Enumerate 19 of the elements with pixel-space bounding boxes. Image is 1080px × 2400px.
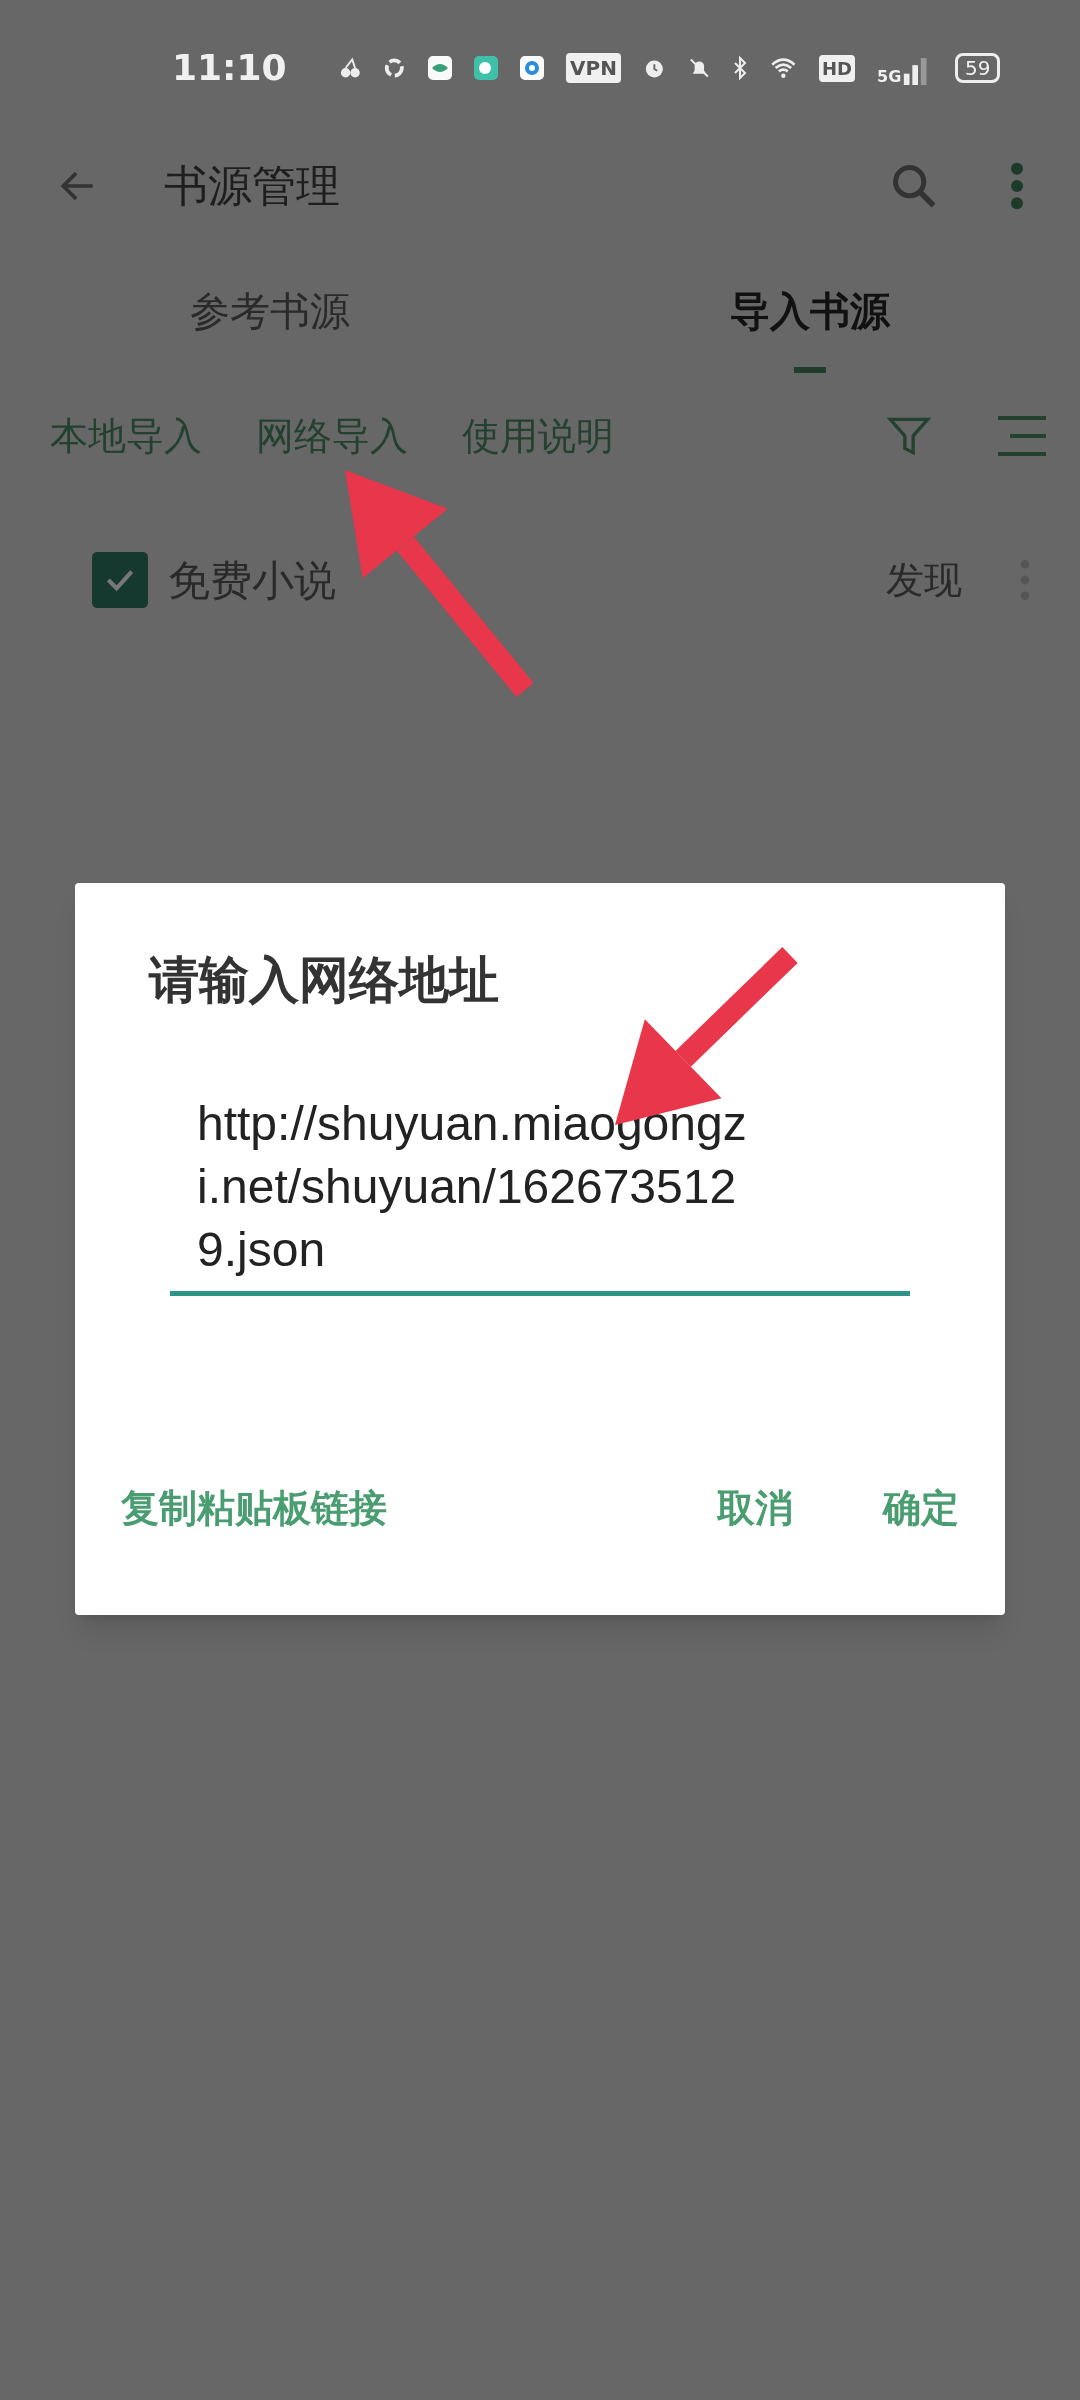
status-time: 11:10 (172, 46, 287, 90)
hd-badge: HD (819, 54, 856, 82)
tab[interactable]: 导入书源 (540, 244, 1080, 390)
discover-button[interactable]: 发现 (886, 551, 962, 609)
tab[interactable]: 参考书源 (0, 244, 540, 390)
dialog-title: 请输入网络地址 (149, 950, 500, 1011)
vpn-badge: VPN (566, 53, 621, 83)
more-options-icon[interactable] (1010, 162, 1024, 210)
checkbox[interactable] (92, 552, 148, 608)
import-action-link[interactable]: 使用说明 (462, 407, 614, 465)
toolbar-title: 书源管理 (164, 159, 341, 213)
import-action-link[interactable]: 本地导入 (50, 407, 202, 465)
dialog-button[interactable]: 取消 (707, 1472, 803, 1545)
import-action-link[interactable]: 网络导入 (256, 407, 408, 465)
dialog-button[interactable]: 确定 (873, 1472, 969, 1545)
battery-indicator: 59 (955, 53, 1000, 83)
source-name: 免费小说 (168, 554, 337, 607)
network-type: 5G (877, 69, 902, 85)
dialog-button[interactable]: 复制粘贴板链接 (111, 1472, 397, 1545)
